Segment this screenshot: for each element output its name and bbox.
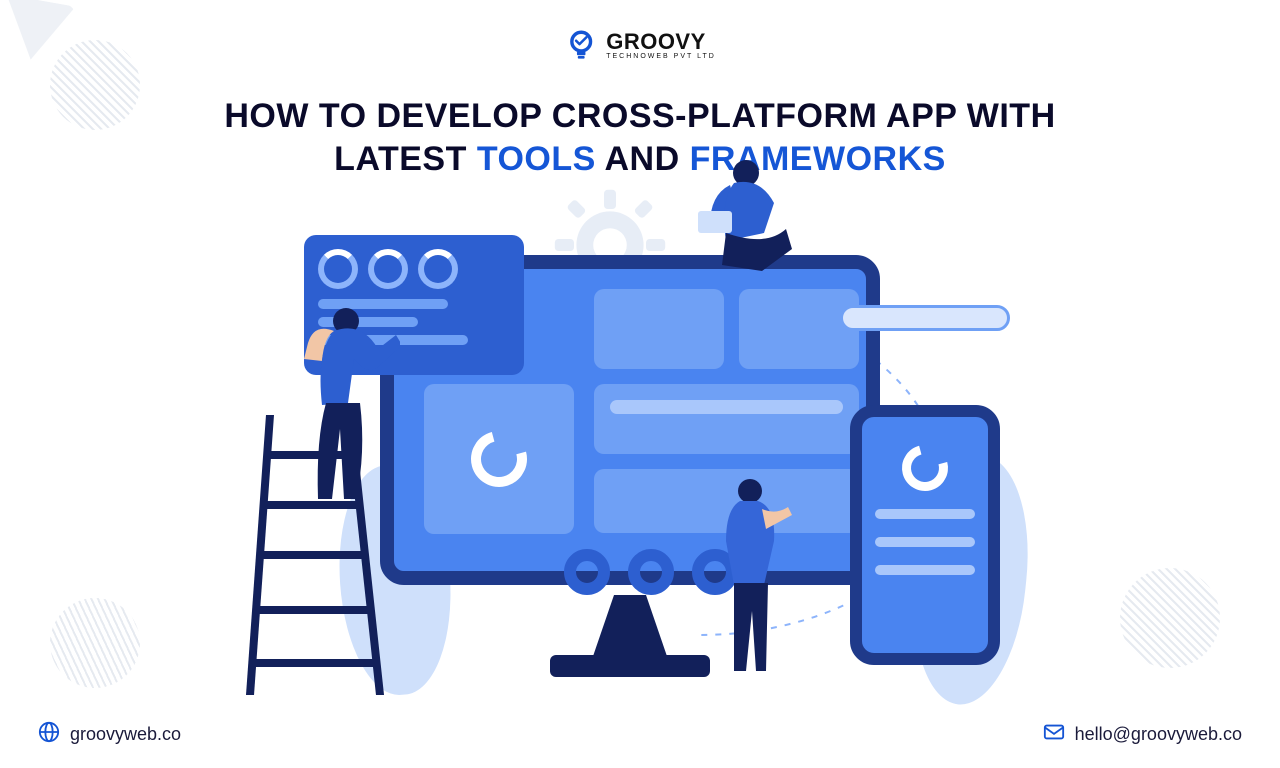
ui-panel — [739, 289, 859, 369]
bar-line — [875, 537, 976, 547]
footer-contacts: groovyweb.co hello@groovyweb.co — [38, 721, 1242, 748]
ui-panel — [594, 289, 724, 369]
gauge-icon — [318, 249, 358, 289]
bar-line — [875, 565, 976, 575]
lightbulb-icon — [564, 28, 598, 62]
website-contact: groovyweb.co — [38, 721, 181, 748]
decoration-triangle-top-right — [0, 0, 76, 76]
brand-name: GROOVY — [606, 31, 716, 53]
email-text: hello@groovyweb.co — [1075, 724, 1242, 745]
ui-panel-ring — [424, 384, 574, 534]
brand-logo: GROOVY TECHNOWEB PVT LTD — [564, 28, 716, 62]
decoration-sphere-bottom-left — [37, 585, 152, 700]
donut-icon — [628, 549, 674, 595]
email-contact: hello@groovyweb.co — [1043, 721, 1242, 748]
website-text: groovyweb.co — [70, 724, 181, 745]
bar-line — [875, 509, 976, 519]
hero-illustration — [250, 195, 1030, 715]
globe-icon — [38, 721, 60, 748]
mail-icon — [1043, 721, 1065, 748]
headline-line1: HOW TO DEVELOP CROSS-PLATFORM APP WITH — [224, 97, 1055, 135]
donut-icon — [564, 549, 610, 595]
page-title: HOW TO DEVELOP CROSS-PLATFORM APP WITH L… — [140, 95, 1140, 180]
refresh-ring-icon — [894, 437, 957, 500]
mobile-device — [850, 405, 1000, 665]
headline-accent-tools: TOOLS — [477, 140, 596, 178]
search-bar-decor — [840, 305, 1010, 331]
person-standing-phone — [710, 475, 800, 685]
refresh-ring-icon — [461, 421, 537, 497]
person-standing-ladder — [290, 305, 400, 545]
person-sitting-laptop — [680, 155, 810, 275]
headline-line2-pre: LATEST — [334, 140, 477, 178]
ui-panel-bar — [594, 384, 859, 454]
monitor-base — [550, 655, 710, 677]
gauge-icon — [368, 249, 408, 289]
brand-tagline: TECHNOWEB PVT LTD — [606, 53, 716, 60]
headline-line2-mid: AND — [605, 140, 690, 178]
decoration-sphere-bottom-right — [1120, 568, 1220, 668]
gauge-icon — [418, 249, 458, 289]
